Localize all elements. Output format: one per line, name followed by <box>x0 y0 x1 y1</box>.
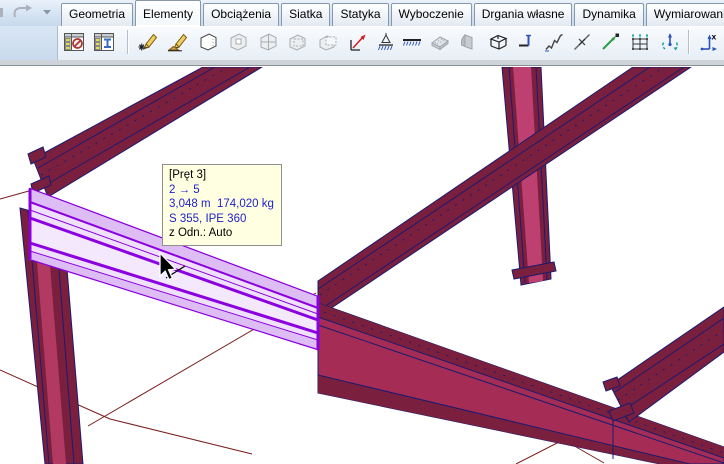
tooltip-line: S 355, IPE 360 <box>169 212 274 227</box>
tension-member-icon[interactable] <box>598 30 622 54</box>
tab-siatka[interactable]: Siatka <box>281 3 330 26</box>
redo-icon[interactable] <box>15 5 32 18</box>
ribbon-tab-strip: GeometriaElementyObciążeniaSiatkaStatyka… <box>0 0 724 26</box>
tooltip-line: 3,048 m 174,020 kg <box>169 197 274 212</box>
model-viewport[interactable] <box>0 67 724 464</box>
wall-icon[interactable] <box>456 30 480 54</box>
frame-box-icon[interactable] <box>486 30 510 54</box>
tab-statyka[interactable]: Statyka <box>332 3 388 26</box>
point-support-icon[interactable] <box>374 30 398 54</box>
panel-hole-icon[interactable] <box>226 30 250 54</box>
tab-dynamika[interactable]: Dynamika <box>574 3 643 26</box>
panel-paste-icon[interactable] <box>316 30 340 54</box>
toolbar-separator <box>127 30 129 54</box>
new-beam-icon[interactable] <box>166 30 190 54</box>
profile-list-icon[interactable] <box>62 30 86 54</box>
tab-wymiarowanie-żelbet[interactable]: Wymiarowanie - Żelbet <box>646 3 724 26</box>
tab-geometria[interactable]: Geometria <box>61 3 133 26</box>
toolbar-separator <box>688 30 690 54</box>
tooltip-line: 2 → 5 <box>169 183 274 198</box>
new-panel-icon[interactable] <box>196 30 220 54</box>
local-axes-icon[interactable] <box>346 30 370 54</box>
spring-icon[interactable] <box>542 30 566 54</box>
new-node-icon[interactable] <box>136 30 160 54</box>
structure-3d-scene <box>0 67 724 464</box>
quick-access-toolbar <box>0 0 58 26</box>
member-info-tooltip: [Pręt 3]2 → 53,048 m 174,020 kgS 355, IP… <box>162 164 282 246</box>
svg-text:x: x <box>712 32 717 42</box>
toolbar-bottom-edge <box>0 60 724 66</box>
slab-icon[interactable] <box>428 30 452 54</box>
tab-elementy[interactable]: Elementy <box>135 0 201 26</box>
line-support-icon[interactable] <box>400 30 424 54</box>
panel-mesh-icon[interactable] <box>256 30 280 54</box>
release-icon[interactable] <box>570 30 594 54</box>
ucs-axes-icon[interactable]: x <box>696 30 720 54</box>
rotate-node-icon[interactable] <box>658 30 682 54</box>
tooltip-line: [Pręt 3] <box>169 168 274 183</box>
application-window: GeometriaElementyObciążeniaSiatkaStatyka… <box>0 0 724 464</box>
section-list-icon[interactable] <box>92 30 116 54</box>
rigid-offset-icon[interactable] <box>514 30 538 54</box>
toolbar-left-margin <box>0 26 57 60</box>
tab-wyboczenie[interactable]: Wyboczenie <box>391 3 472 26</box>
ribbon-tabs: GeometriaElementyObciążeniaSiatkaStatyka… <box>61 0 724 26</box>
elements-toolbar: x <box>57 26 724 60</box>
dropdown-caret-icon[interactable] <box>43 10 51 15</box>
tab-drgania-własne[interactable]: Drgania własne <box>474 3 573 26</box>
beam-upper-right[interactable] <box>318 67 691 317</box>
panel-copy-icon[interactable] <box>286 30 310 54</box>
mesh-points-icon[interactable] <box>628 30 652 54</box>
tooltip-line: z Odn.: Auto <box>169 226 274 241</box>
tab-obciążenia[interactable]: Obciążenia <box>203 3 279 26</box>
